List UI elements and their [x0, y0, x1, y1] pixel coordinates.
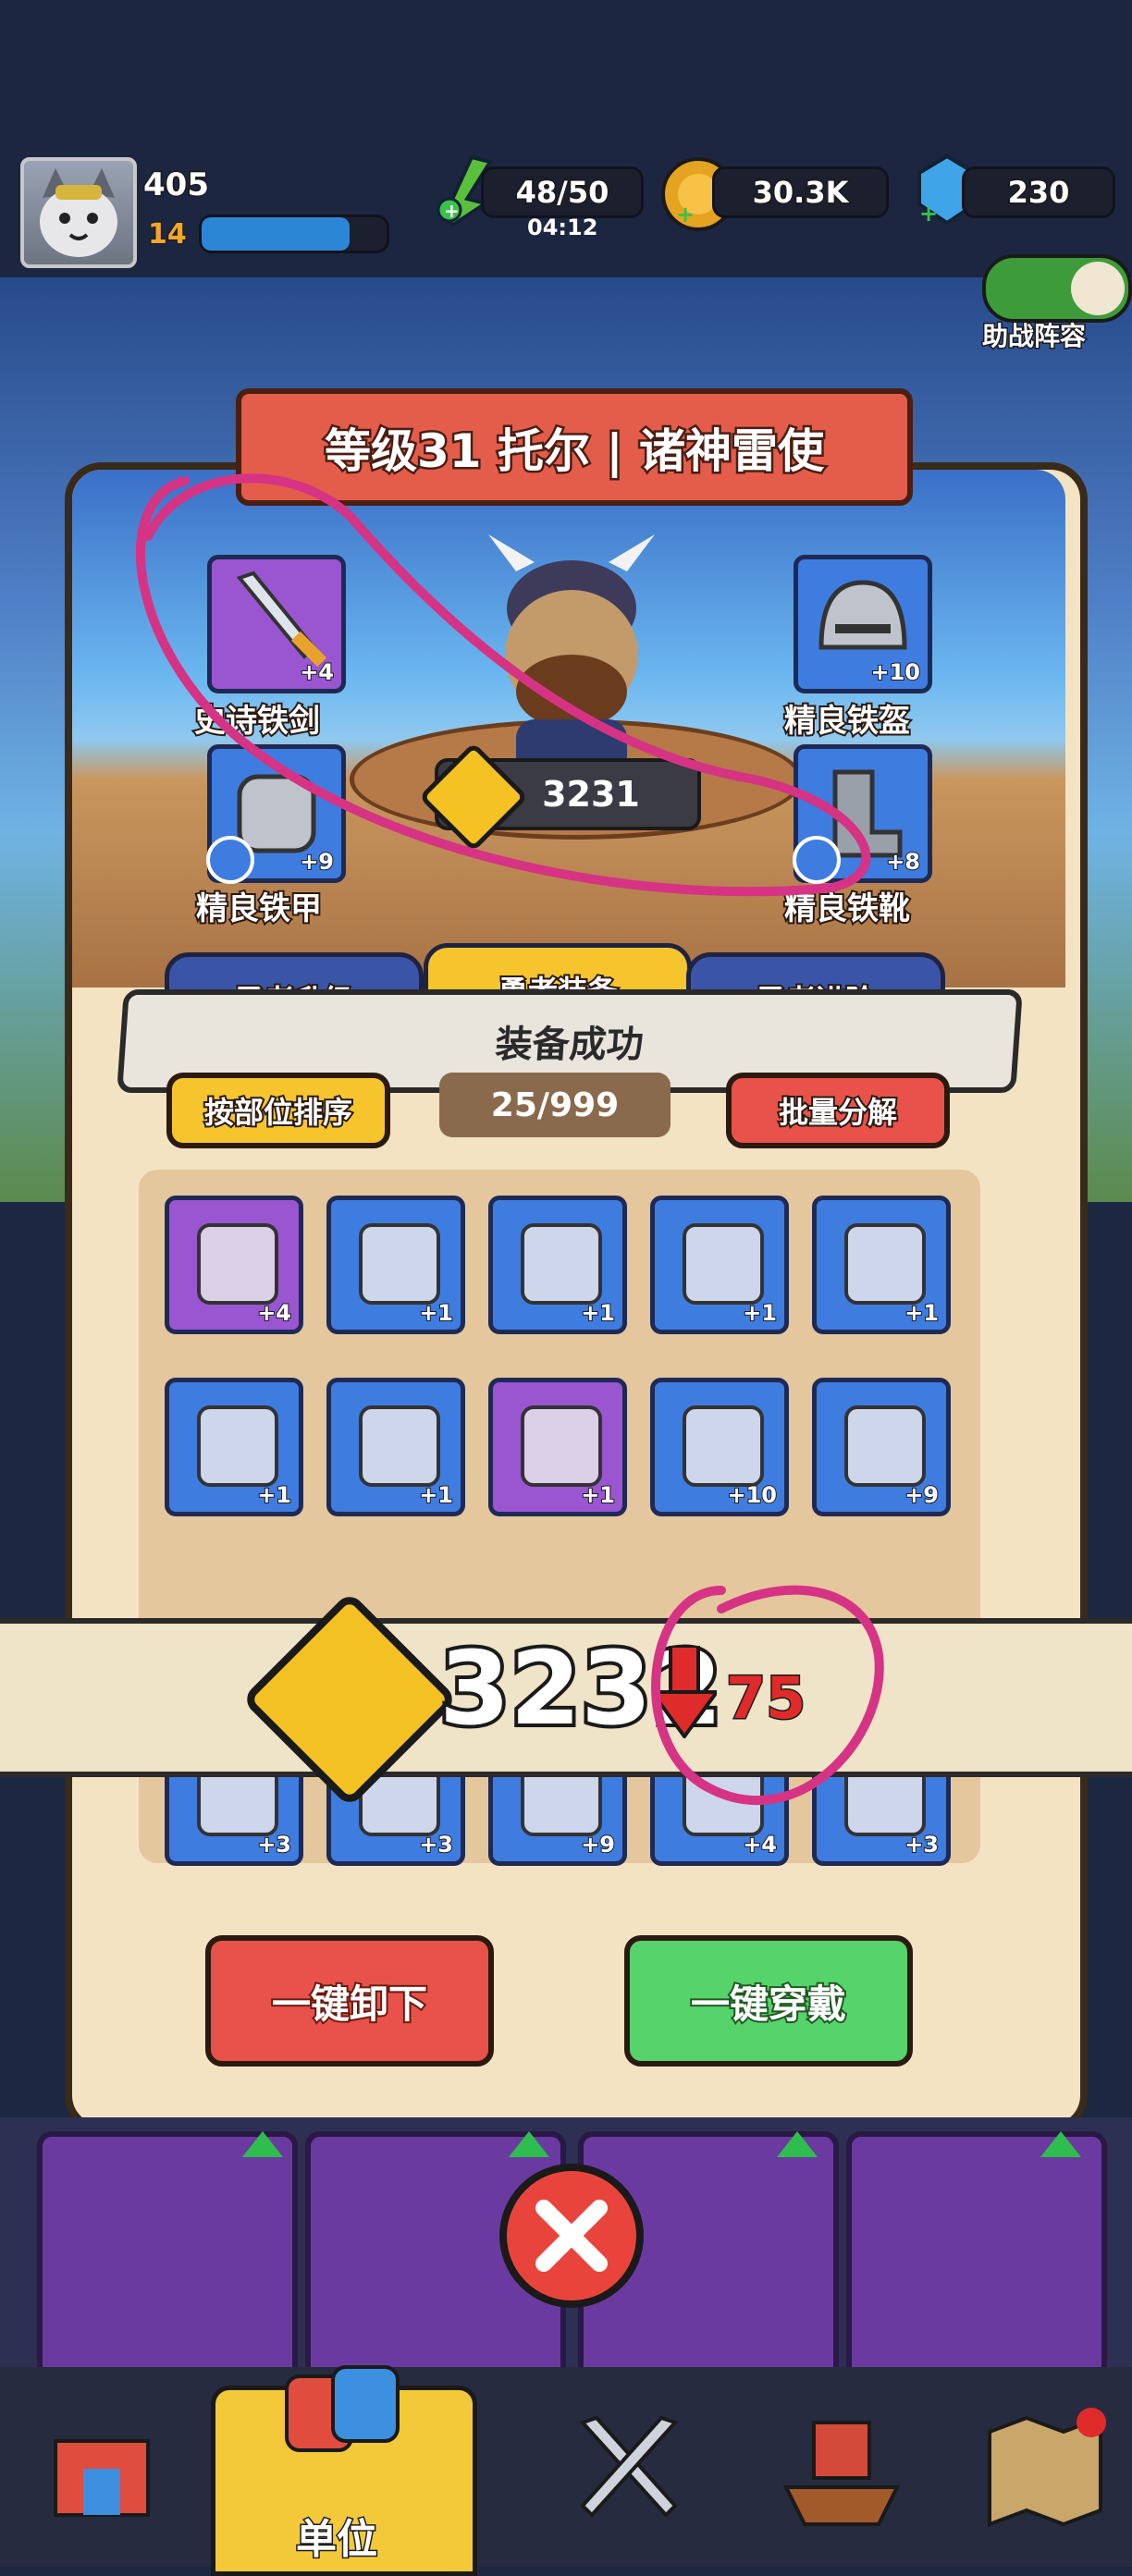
scribble-annotation — [136, 473, 884, 1806]
